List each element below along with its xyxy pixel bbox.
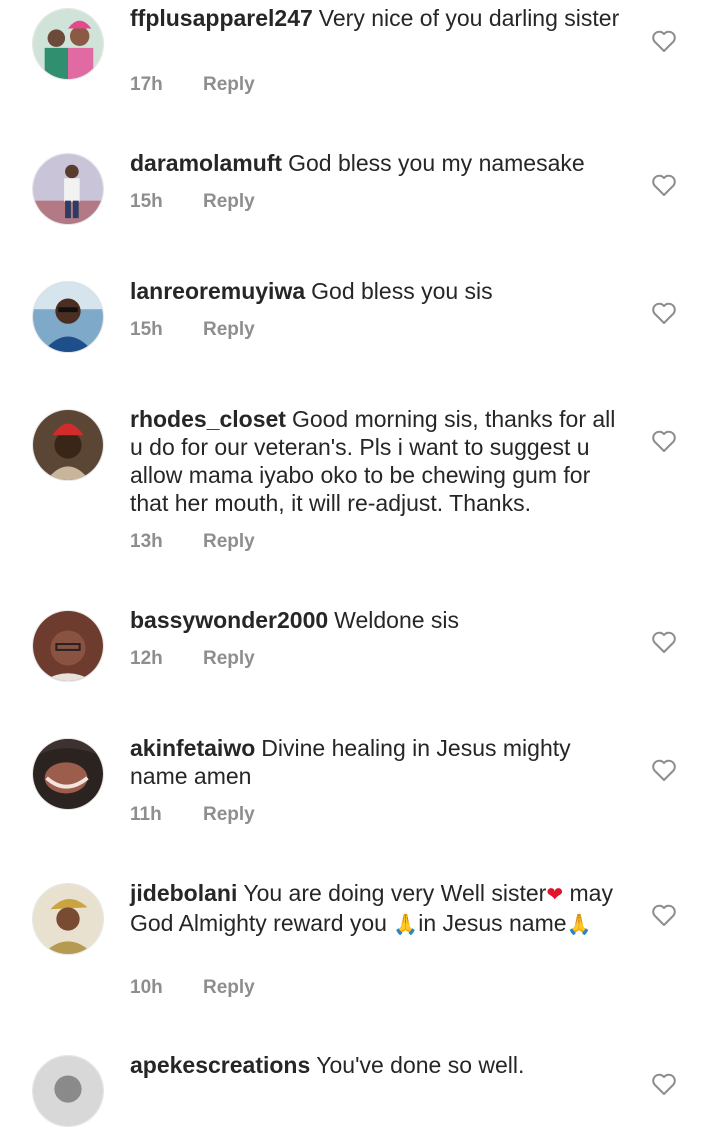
comment-username[interactable]: lanreoremuyiwa	[130, 278, 305, 304]
comment-body: daramolamuft God bless you my namesake	[130, 149, 630, 177]
comment-timestamp: 17h	[130, 74, 163, 95]
comment-timestamp: 13h	[130, 531, 163, 552]
comment-username[interactable]: rhodes_closet	[130, 406, 286, 432]
avatar[interactable]	[32, 738, 104, 810]
avatar[interactable]	[32, 409, 104, 481]
reply-button[interactable]: Reply	[203, 804, 255, 825]
avatar[interactable]	[32, 281, 104, 353]
comment-username[interactable]: ffplusapparel247	[130, 5, 313, 31]
folded-hands-emoji: 🙏	[393, 914, 419, 936]
comment-text: God bless you sis	[311, 278, 493, 304]
comment-text: God bless you my namesake	[288, 150, 585, 176]
avatar[interactable]	[32, 610, 104, 682]
avatar[interactable]	[32, 8, 104, 80]
reply-button[interactable]: Reply	[203, 74, 255, 95]
like-heart-icon[interactable]	[651, 301, 677, 325]
like-heart-icon[interactable]	[651, 429, 677, 453]
comment-body: apekescreations You've done so well.	[130, 1051, 630, 1079]
comment-body: rhodes_closet Good morning sis, thanks fo…	[130, 405, 630, 517]
comment-timestamp: 12h	[130, 648, 163, 669]
comment-body: akinfetaiwo Divine healing in Jesus might…	[130, 734, 630, 790]
comment-username[interactable]: bassywonder2000	[130, 607, 328, 633]
reply-button[interactable]: Reply	[203, 319, 255, 340]
comment-timestamp: 15h	[130, 319, 163, 340]
avatar[interactable]	[32, 153, 104, 225]
avatar[interactable]	[32, 1055, 104, 1127]
comment-meta: 15h Reply	[130, 319, 255, 341]
folded-hands-emoji: 🙏	[566, 914, 592, 936]
comment-body: lanreoremuyiwa God bless you sis	[130, 277, 630, 305]
avatar[interactable]	[32, 883, 104, 955]
comment-username[interactable]: apekescreations	[130, 1052, 310, 1078]
like-heart-icon[interactable]	[651, 630, 677, 654]
comment-meta: 10h Reply	[130, 977, 255, 999]
comment-username[interactable]: jidebolani	[130, 880, 237, 906]
comment-timestamp: 11h	[130, 804, 162, 825]
comment-body: ffplusapparel247 Very nice of you darling…	[130, 4, 630, 32]
comment-username[interactable]: akinfetaiwo	[130, 735, 255, 761]
reply-button[interactable]: Reply	[203, 648, 255, 669]
reply-button[interactable]: Reply	[203, 977, 255, 998]
red-heart-emoji: ❤	[546, 884, 564, 906]
comment-text: Very nice of you darling sister	[318, 5, 620, 31]
like-heart-icon[interactable]	[651, 1072, 677, 1096]
comment-meta: 17h Reply	[130, 74, 255, 96]
like-heart-icon[interactable]	[651, 903, 677, 927]
comment-meta: 15h Reply	[130, 191, 255, 213]
comment-body: bassywonder2000 Weldone sis	[130, 606, 630, 634]
comment-meta: 11h Reply	[130, 804, 255, 826]
comment-timestamp: 15h	[130, 191, 163, 212]
like-heart-icon[interactable]	[651, 173, 677, 197]
comment-username[interactable]: daramolamuft	[130, 150, 282, 176]
reply-button[interactable]: Reply	[203, 191, 255, 212]
comment-text: Weldone sis	[334, 607, 460, 633]
comment-text: You've done so well.	[316, 1052, 525, 1078]
like-heart-icon[interactable]	[651, 758, 677, 782]
comment-meta: 12h Reply	[130, 648, 255, 670]
comment-body: jidebolani You are doing very Well sister…	[130, 879, 630, 939]
comment-meta: 13h Reply	[130, 531, 255, 553]
comment-text: You are doing very Well sister	[243, 880, 547, 906]
reply-button[interactable]: Reply	[203, 531, 255, 552]
like-heart-icon[interactable]	[651, 29, 677, 53]
comment-timestamp: 10h	[130, 977, 163, 998]
comment-text: in Jesus name	[418, 910, 567, 936]
